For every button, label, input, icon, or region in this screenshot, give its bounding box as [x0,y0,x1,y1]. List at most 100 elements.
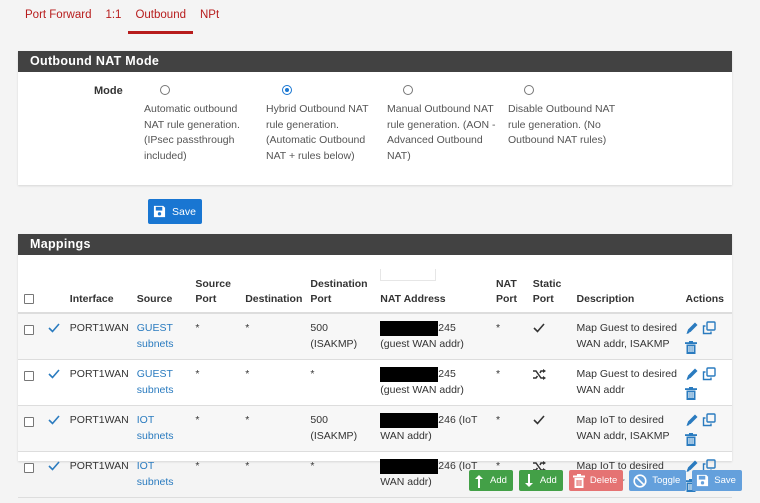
interface-cell: PORT1WAN [65,451,133,498]
mappings-panel: Mappings Interface Source Source Port De… [18,234,732,498]
save-mappings-button[interactable]: Save [692,470,742,491]
check-icon [533,415,545,431]
add-bottom-label: Add [539,475,557,486]
source-link[interactable]: GUEST subnets [137,368,174,396]
col-interface[interactable]: Interface [65,255,133,314]
radio-automatic[interactable] [160,85,170,95]
toggle-button[interactable]: Toggle [629,470,687,491]
redacted-block [380,413,439,428]
random-icon [532,369,547,386]
panel-title: Outbound NAT Mode [18,51,732,72]
mode-option-label: Automatic outbound NAT rule generation. … [144,103,240,162]
tab-outbound[interactable]: Outbound [128,0,193,36]
edit-pencil-icon[interactable] [685,321,699,341]
copy-icon[interactable] [702,321,717,341]
save-mode-button[interactable]: Save [148,199,202,224]
redacted-block [380,367,439,382]
mode-option-manual[interactable]: Manual Outbound NAT rule generation. (AO… [387,85,499,164]
tab-npt[interactable]: NPt [193,0,226,36]
col-source[interactable]: Source [132,255,192,314]
trash-icon[interactable] [685,386,698,406]
delete-button[interactable]: Delete [568,470,624,491]
outbound-nat-mode-panel: Outbound NAT Mode Mode Automatic outboun… [18,51,732,185]
destination-cell: * [241,405,307,452]
table-row[interactable]: PORT1WAN GUEST subnets * * 500 (ISAKMP) 245 (g… [18,313,732,360]
trash-icon [572,473,585,488]
source-link[interactable]: GUEST subnets [137,322,174,350]
col-destination-port[interactable]: Destination Port [306,255,377,314]
row-checkbox[interactable] [24,462,34,473]
row-checkbox[interactable] [24,416,34,427]
save-label: Save [172,205,196,218]
description-cell: Map IoT to desired WAN addr, ISAKMP [572,405,682,452]
col-nat-port[interactable]: NAT Port [491,255,529,314]
col-nat-address[interactable]: NAT Address [376,255,492,314]
destination-cell: * [241,451,307,498]
row-checkbox[interactable] [24,370,34,381]
enabled-check-icon[interactable] [48,461,60,477]
mode-option-automatic[interactable]: Automatic outbound NAT rule generation. … [144,85,256,164]
toggle-label: Toggle [652,475,681,486]
mode-option-disable[interactable]: Disable Outbound NAT rule generation. (N… [508,85,620,149]
copy-icon[interactable] [702,367,717,387]
destination-port-cell: * [306,359,377,406]
select-all-checkbox[interactable] [24,293,34,304]
description-cell: Map Guest to desired WAN addr, ISAKMP [572,313,682,360]
nat-address-suffix: 245 [438,368,456,380]
source-link[interactable]: IOT subnets [137,460,174,488]
check-icon [533,323,545,339]
source-port-cell: * [191,313,242,360]
col-description[interactable]: Description [572,255,682,314]
save-icon [153,205,166,218]
tab-one-to-one[interactable]: 1:1 [98,0,128,36]
bottom-toolbar: Add Add Delete Toggle Save [469,470,742,491]
enabled-check-icon[interactable] [48,323,60,339]
nat-port-cell: * [491,405,529,452]
radio-hybrid[interactable] [282,85,292,95]
destination-port-cell: 500 (ISAKMP) [306,313,377,360]
tab-port-forward[interactable]: Port Forward [18,0,98,36]
trash-icon[interactable] [685,432,698,452]
nat-address-cell: 245 (guest WAN addr) [376,313,492,360]
redacted-block [380,321,439,336]
col-destination[interactable]: Destination [241,255,307,314]
enabled-check-icon[interactable] [48,415,60,431]
table-row[interactable]: PORT1WAN IOT subnets * * 500 (ISAKMP) 246 (Io… [18,405,732,452]
nat-address-note: WAN addr) [380,429,432,442]
edit-pencil-icon[interactable] [685,413,699,433]
col-source-port[interactable]: Source Port [191,255,242,314]
col-static-port[interactable]: Static Port [528,255,573,314]
edit-pencil-icon[interactable] [685,367,699,387]
radio-disable[interactable] [524,85,534,95]
source-port-cell: * [191,451,242,498]
mode-option-label: Hybrid Outbound NAT rule generation. (Au… [266,103,369,162]
destination-port-cell: 500 (ISAKMP) [306,405,377,452]
mode-label: Mode [94,85,123,97]
source-link[interactable]: IOT subnets [137,414,174,442]
nat-address-cell: 245 (guest WAN addr) [376,359,492,406]
source-port-cell: * [191,359,242,406]
nat-address-suffix: 245 [438,322,456,334]
nat-address-note: WAN addr) [380,475,432,488]
table-row[interactable]: PORT1WAN GUEST subnets * * * 245 (guest WAN ad… [18,359,732,406]
source-port-cell: * [191,405,242,452]
table-header-row: Interface Source Source Port Destination… [18,255,732,314]
nat-port-cell: * [491,313,529,360]
enabled-check-icon[interactable] [48,369,60,385]
interface-cell: PORT1WAN [65,359,133,406]
copy-icon[interactable] [702,413,717,433]
mode-option-hybrid[interactable]: Hybrid Outbound NAT rule generation. (Au… [266,85,378,164]
nat-address-note: (guest WAN addr) [380,383,464,396]
col-actions: Actions [681,255,732,314]
add-top-button[interactable]: Add [469,470,513,491]
header-blank-field [380,269,437,281]
nat-address-suffix: 246 (IoT [438,414,478,426]
nat-port-cell: * [491,359,529,406]
arrow-turn-down-icon [524,473,533,487]
radio-manual[interactable] [403,85,413,95]
trash-icon[interactable] [685,340,698,360]
nat-address-cell: 246 (IoT WAN addr) [376,405,492,452]
row-checkbox[interactable] [24,324,34,335]
panel-title: Mappings [18,234,732,255]
add-bottom-button[interactable]: Add [518,470,563,491]
